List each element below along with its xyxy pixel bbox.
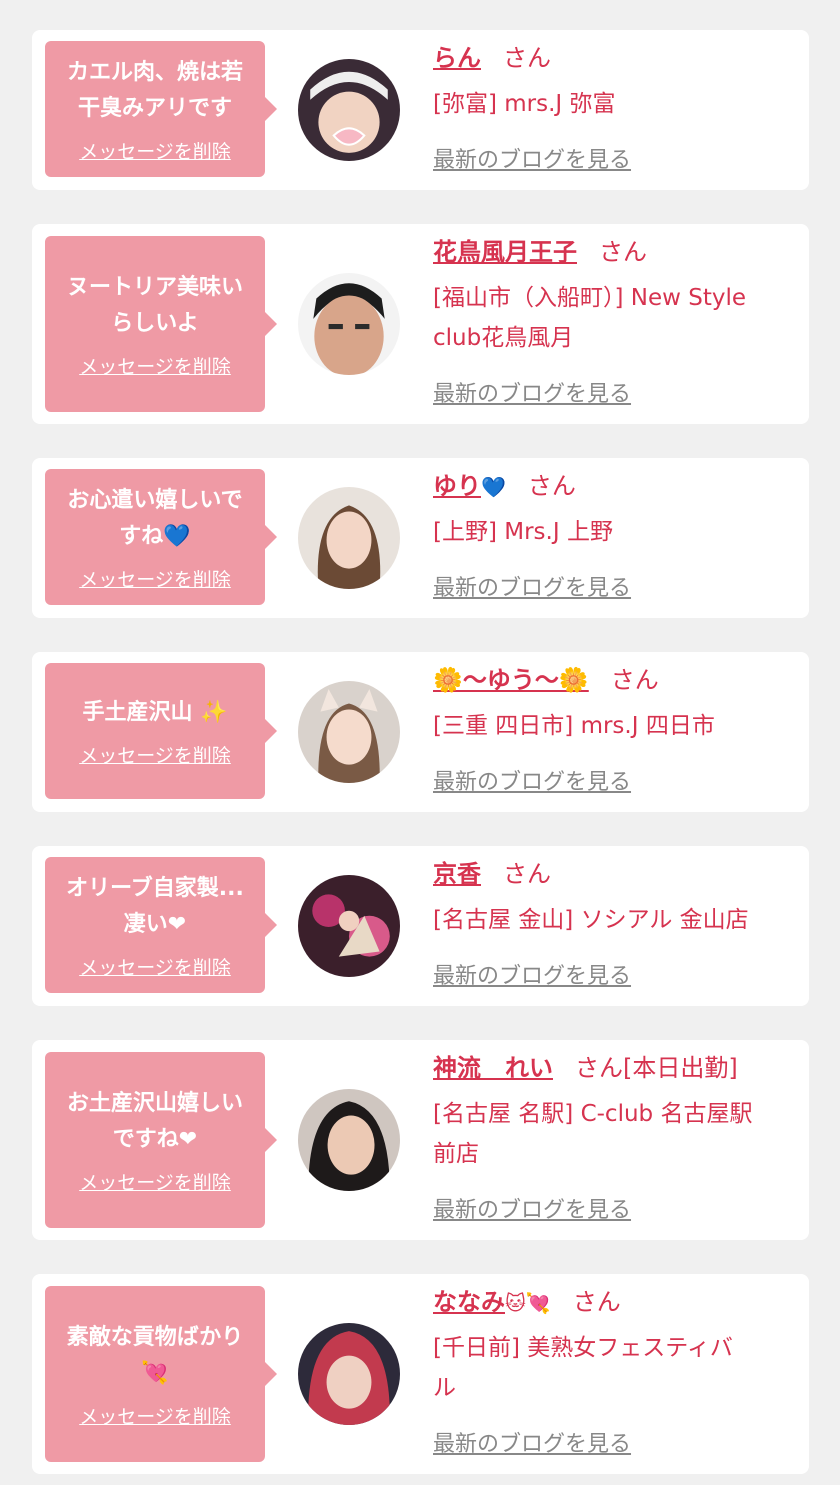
shop-name: [三重 四日市] mrs.J 四日市 xyxy=(433,713,715,739)
message-card: お土産沢山嬉しい ですね❤ メッセージを削除 神流 れい さん[本日出勤] [名古… xyxy=(32,1040,809,1240)
latest-blog-link[interactable]: 最新のブログを見る xyxy=(433,570,631,602)
message-card: お心遣い嬉しいで すね💙 メッセージを削除 ゆり💙 さん [上野] Mrs.J 上… xyxy=(32,458,809,618)
name-line: 🌼〜ゆう〜🌼 さん xyxy=(433,662,791,702)
delete-message-link[interactable]: メッセージを削除 xyxy=(79,565,231,592)
message-bubble: オリーブ自家製... 凄い❤ メッセージを削除 xyxy=(45,857,277,993)
honorific: さん xyxy=(503,44,551,72)
latest-blog-link[interactable]: 最新のブログを見る xyxy=(433,764,631,796)
avatar[interactable] xyxy=(298,487,400,589)
honorific: さん xyxy=(599,238,647,266)
avatar[interactable] xyxy=(298,1089,400,1191)
shop-name: [上野] Mrs.J 上野 xyxy=(433,519,613,545)
delete-message-link[interactable]: メッセージを削除 xyxy=(79,953,231,980)
profile-name-link[interactable]: ゆり💙 xyxy=(433,472,506,500)
shop-name: [名古屋 名駅] C-club 名古屋駅 前店 xyxy=(433,1101,753,1167)
delete-message-link[interactable]: メッセージを削除 xyxy=(79,1168,231,1195)
latest-blog-link[interactable]: 最新のブログを見る xyxy=(433,376,631,408)
message-text: カエル肉、焼は若 xyxy=(66,59,243,85)
name-line: 神流 れい さん[本日出勤] xyxy=(433,1050,791,1090)
avatar-photo xyxy=(298,875,400,977)
honorific: さん xyxy=(503,860,551,888)
honorific: さん[本日出勤] xyxy=(575,1054,738,1082)
message-bubble: お土産沢山嬉しい ですね❤ メッセージを削除 xyxy=(45,1052,277,1228)
profile-name-link[interactable]: らん xyxy=(433,44,481,72)
message-text: 凄い❤ xyxy=(123,911,187,937)
message-bubble: カエル肉、焼は若 干臭みアリです メッセージを削除 xyxy=(45,41,277,177)
message-text: 干臭みアリです xyxy=(77,95,232,121)
message-card: 手土産沢山 ✨ メッセージを削除 🌼〜ゆう〜🌼 さん [三重 四日市] mrs.J… xyxy=(32,652,809,812)
profile-name-link[interactable]: 神流 れい xyxy=(433,1054,553,1082)
avatar-photo xyxy=(298,1323,400,1425)
profile-name-link[interactable]: 🌼〜ゆう〜🌼 xyxy=(433,666,589,694)
honorific: さん xyxy=(572,1288,621,1316)
avatar[interactable] xyxy=(298,59,400,161)
name-emoji: 💙 xyxy=(481,475,506,499)
honorific: さん xyxy=(610,666,659,694)
avatar[interactable] xyxy=(298,875,400,977)
delete-message-link[interactable]: メッセージを削除 xyxy=(79,137,231,164)
latest-blog-link[interactable]: 最新のブログを見る xyxy=(433,1192,631,1224)
avatar-photo xyxy=(298,487,400,589)
message-bubble: 素敵な貢物ばかり 💘 メッセージを削除 xyxy=(45,1286,277,1462)
name-line: らん さん xyxy=(433,40,791,80)
delete-message-link[interactable]: メッセージを削除 xyxy=(79,741,231,768)
avatar[interactable] xyxy=(298,1323,400,1425)
name-line: 花鳥風月王子 さん xyxy=(433,234,791,274)
message-bubble: お心遣い嬉しいで すね💙 メッセージを削除 xyxy=(45,469,277,605)
message-text: お土産沢山嬉しい xyxy=(66,1090,243,1116)
message-text: 素敵な貢物ばかり xyxy=(66,1324,244,1350)
message-card: 素敵な貢物ばかり 💘 メッセージを削除 ななみ🐱💘 さん [千日前] 美熟女フェス… xyxy=(32,1274,809,1474)
latest-blog-link[interactable]: 最新のブログを見る xyxy=(433,142,631,174)
profile-name-link[interactable]: ななみ🐱💘 xyxy=(433,1288,551,1316)
profile-name-link[interactable]: 京香 xyxy=(433,860,481,888)
latest-blog-link[interactable]: 最新のブログを見る xyxy=(433,1426,631,1458)
shop-name: [福山市（入船町）] New Style club花鳥風月 xyxy=(433,285,747,351)
avatar-photo xyxy=(298,273,400,375)
profile-name-link[interactable]: 花鳥風月王子 xyxy=(433,238,577,266)
message-text: ヌートリア美味い xyxy=(66,274,243,300)
name-line: ゆり💙 さん xyxy=(433,468,791,508)
name-emoji: 🐱💘 xyxy=(505,1291,551,1315)
message-text: オリーブ自家製... xyxy=(66,875,244,901)
message-card: オリーブ自家製... 凄い❤ メッセージを削除 京香 さん [名古屋 金山] ソシ… xyxy=(32,846,809,1006)
shop-name: [弥富] mrs.J 弥富 xyxy=(433,91,616,117)
message-text: 手土産沢山 ✨ xyxy=(82,699,228,725)
message-card: ヌートリア美味い らしいよ メッセージを削除 花鳥風月王子 さん [福山市（入船町… xyxy=(32,224,809,424)
message-text: ですね❤ xyxy=(112,1126,198,1152)
name-line: 京香 さん xyxy=(433,856,791,896)
shop-name: [千日前] 美熟女フェスティバル xyxy=(433,1335,733,1401)
message-text: らしいよ xyxy=(111,310,199,336)
message-text: すね💙 xyxy=(119,523,191,549)
avatar-photo xyxy=(298,681,400,783)
name-line: ななみ🐱💘 さん xyxy=(433,1284,791,1324)
message-bubble: 手土産沢山 ✨ メッセージを削除 xyxy=(45,663,277,799)
latest-blog-link[interactable]: 最新のブログを見る xyxy=(433,958,631,990)
avatar-photo xyxy=(298,59,400,161)
message-card: カエル肉、焼は若 干臭みアリです メッセージを削除 らん さん [弥富] mrs.… xyxy=(32,30,809,190)
delete-message-link[interactable]: メッセージを削除 xyxy=(79,1402,231,1429)
delete-message-link[interactable]: メッセージを削除 xyxy=(79,352,231,379)
avatar-photo xyxy=(298,1089,400,1191)
message-bubble: ヌートリア美味い らしいよ メッセージを削除 xyxy=(45,236,277,412)
message-text: 💘 xyxy=(141,1360,169,1386)
avatar[interactable] xyxy=(298,273,400,375)
shop-name: [名古屋 金山] ソシアル 金山店 xyxy=(433,907,749,933)
avatar[interactable] xyxy=(298,681,400,783)
message-text: お心遣い嬉しいで xyxy=(67,487,243,513)
honorific: さん xyxy=(527,472,576,500)
